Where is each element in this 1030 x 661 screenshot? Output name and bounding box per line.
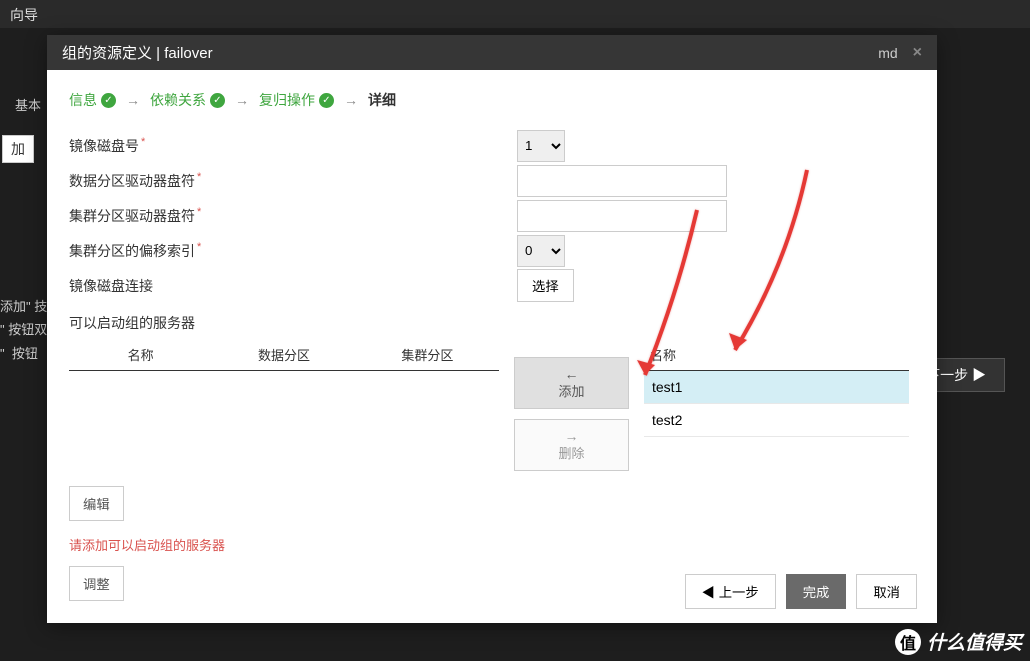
add-button[interactable]: ← 添加 (514, 357, 629, 409)
step-dependency[interactable]: 依赖关系 ✓ (150, 90, 225, 110)
bg-label: 基本 (15, 95, 41, 114)
select-mirror-disk-no[interactable]: 1 (517, 130, 565, 162)
label-mirror-connection: 镜像磁盘连接 (69, 276, 509, 296)
modal-header-right-text: md (878, 45, 897, 61)
watermark: 值 什么值得买 (887, 622, 1030, 661)
adjust-button[interactable]: 调整 (69, 566, 124, 601)
bg-top-bar: 向导 (0, 0, 1030, 28)
step-info[interactable]: 信息 ✓ (69, 90, 116, 110)
table-row[interactable]: test1 (644, 371, 909, 404)
wizard-steps: 信息 ✓ → 依赖关系 ✓ → 复归操作 ✓ → 详细 (69, 90, 915, 110)
step-label: 依赖关系 (150, 90, 206, 110)
delete-button[interactable]: → 删除 (514, 419, 629, 471)
watermark-logo-icon: 值 (895, 629, 921, 655)
step-label: 信息 (69, 90, 97, 110)
col-data-partition: 数据分区 (212, 345, 355, 364)
modal-dialog: 组的资源定义 | failover md × 信息 ✓ → 依赖关系 ✓ → 复… (47, 35, 937, 623)
caret-left-icon: ◀ (702, 585, 719, 600)
edit-button[interactable]: 编辑 (69, 486, 124, 521)
cancel-button[interactable]: 取消 (856, 574, 917, 609)
select-cluster-offset[interactable]: 0 (517, 235, 565, 267)
label-mirror-disk-no: 镜像磁盘号* (69, 136, 509, 156)
assigned-servers-table: 名称 数据分区 集群分区 (69, 339, 499, 371)
bg-button[interactable]: 加 (2, 135, 34, 163)
finish-button[interactable]: 完成 (786, 574, 847, 609)
modal-title: 组的资源定义 | failover (62, 42, 213, 63)
input-data-partition[interactable] (517, 165, 727, 197)
modal-header: 组的资源定义 | failover md × (47, 35, 937, 70)
col-name: 名称 (644, 345, 909, 364)
prev-button[interactable]: ◀ 上一步 (685, 574, 776, 609)
bg-hint: 添加" 技 " 按钮双 " 按钮 (0, 295, 47, 365)
select-mirror-connection-button[interactable]: 选择 (517, 269, 574, 302)
input-cluster-partition[interactable] (517, 200, 727, 232)
close-icon[interactable]: × (913, 44, 922, 62)
modal-footer: ◀ 上一步 完成 取消 (665, 560, 937, 623)
watermark-text: 什么值得买 (927, 628, 1022, 655)
label-data-partition: 数据分区驱动器盘符* (69, 171, 509, 191)
step-detail: 详细 (368, 90, 396, 110)
chevron-right-icon: → (344, 92, 358, 108)
table-row[interactable]: test2 (644, 404, 909, 437)
col-name: 名称 (69, 345, 212, 364)
label-cluster-offset: 集群分区的偏移索引* (69, 241, 509, 261)
chevron-right-icon: → (126, 92, 140, 108)
check-icon: ✓ (319, 93, 334, 108)
step-recovery[interactable]: 复归操作 ✓ (259, 90, 334, 110)
servers-section-label: 可以启动组的服务器 (69, 313, 915, 333)
col-cluster-partition: 集群分区 (356, 345, 499, 364)
add-button-label: 添加 (558, 381, 584, 400)
check-icon: ✓ (101, 93, 116, 108)
delete-button-label: 删除 (558, 443, 584, 462)
available-servers-table: 名称 test1 test2 (644, 339, 909, 437)
check-icon: ✓ (210, 93, 225, 108)
chevron-right-icon: → (235, 92, 249, 108)
label-cluster-partition: 集群分区驱动器盘符* (69, 206, 509, 226)
arrow-right-icon: → (565, 429, 579, 443)
step-label: 复归操作 (259, 90, 315, 110)
arrow-left-icon: ← (565, 367, 579, 381)
warning-text: 请添加可以启动组的服务器 (69, 535, 915, 554)
